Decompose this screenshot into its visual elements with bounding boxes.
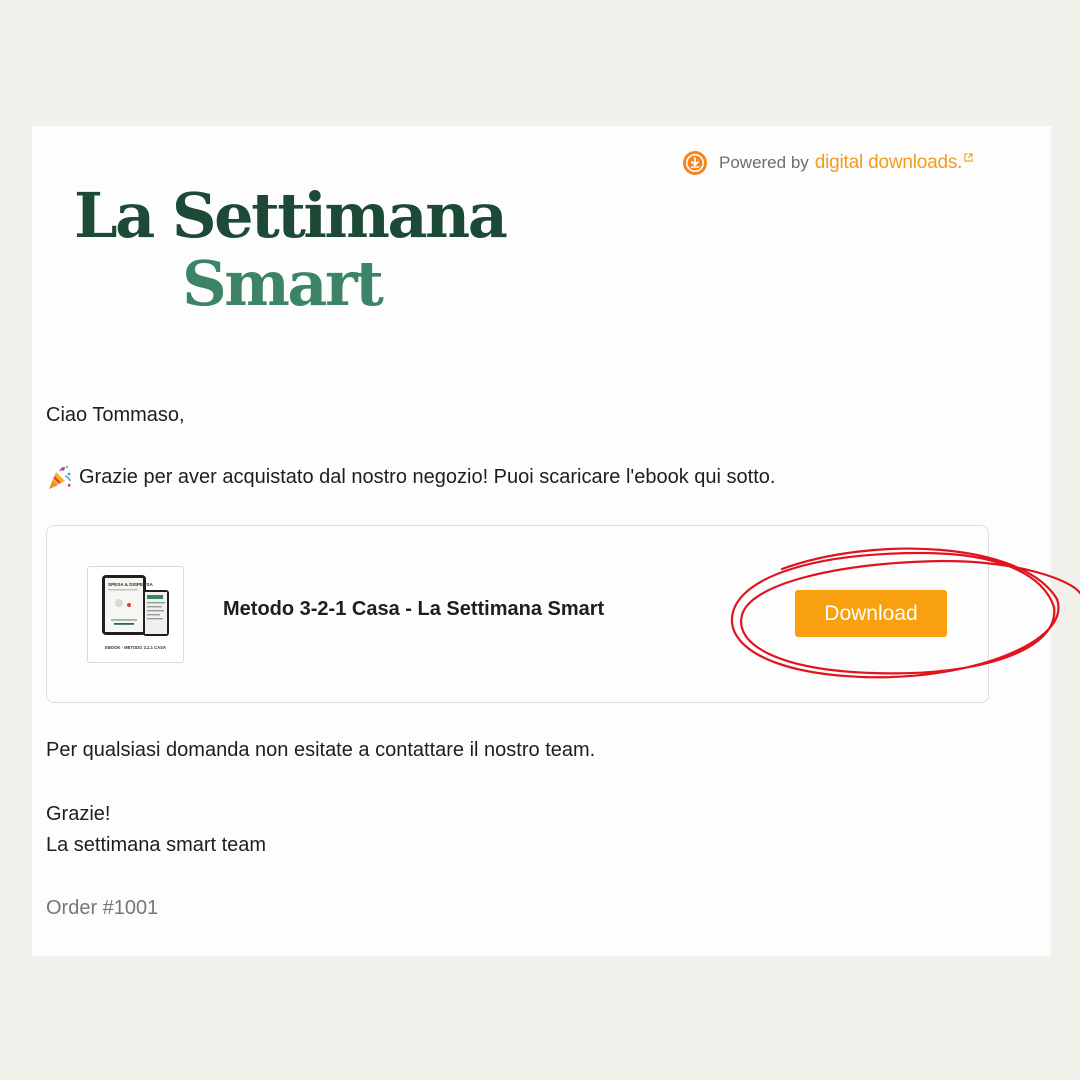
product-title: Metodo 3-2-1 Casa - La Settimana Smart [223, 598, 605, 620]
ebook-cover-image: SPESA & DISPENSA EBOOK - METODO 3.2.1 CA… [102, 575, 169, 650]
external-link-icon [964, 152, 973, 162]
download-circle-icon [683, 151, 707, 175]
email-card: Powered by digital downloads. La Settima… [32, 126, 1080, 956]
product-thumbnail[interactable]: SPESA & DISPENSA EBOOK - METODO 3.2.1 CA… [87, 566, 184, 663]
logo-subtitle: Smart [182, 247, 384, 320]
powered-by-label: Powered by [719, 153, 809, 172]
team-signature: La settimana smart team [46, 834, 267, 856]
order-number: Order #1001 [46, 897, 159, 919]
cover-heading: SPESA & DISPENSA [108, 582, 153, 587]
thanks-text: Grazie per aver acquistato dal nostro ne… [79, 466, 776, 488]
hand-drawn-circle-annotation [730, 547, 1080, 679]
thanks-line: Grazie per aver acquistato dal nostro ne… [46, 461, 775, 493]
digital-downloads-link[interactable]: digital downloads. [815, 152, 963, 174]
party-popper-icon [49, 465, 71, 489]
powered-by-banner[interactable]: Powered by digital downloads. [682, 148, 973, 178]
greeting-text: Ciao Tommaso, [46, 404, 185, 426]
contact-text: Per qualsiasi domanda non esitate a cont… [46, 739, 596, 761]
cover-caption: EBOOK - METODO 3.2.1 CASA [105, 645, 166, 650]
signoff-text: Grazie! [46, 803, 111, 825]
